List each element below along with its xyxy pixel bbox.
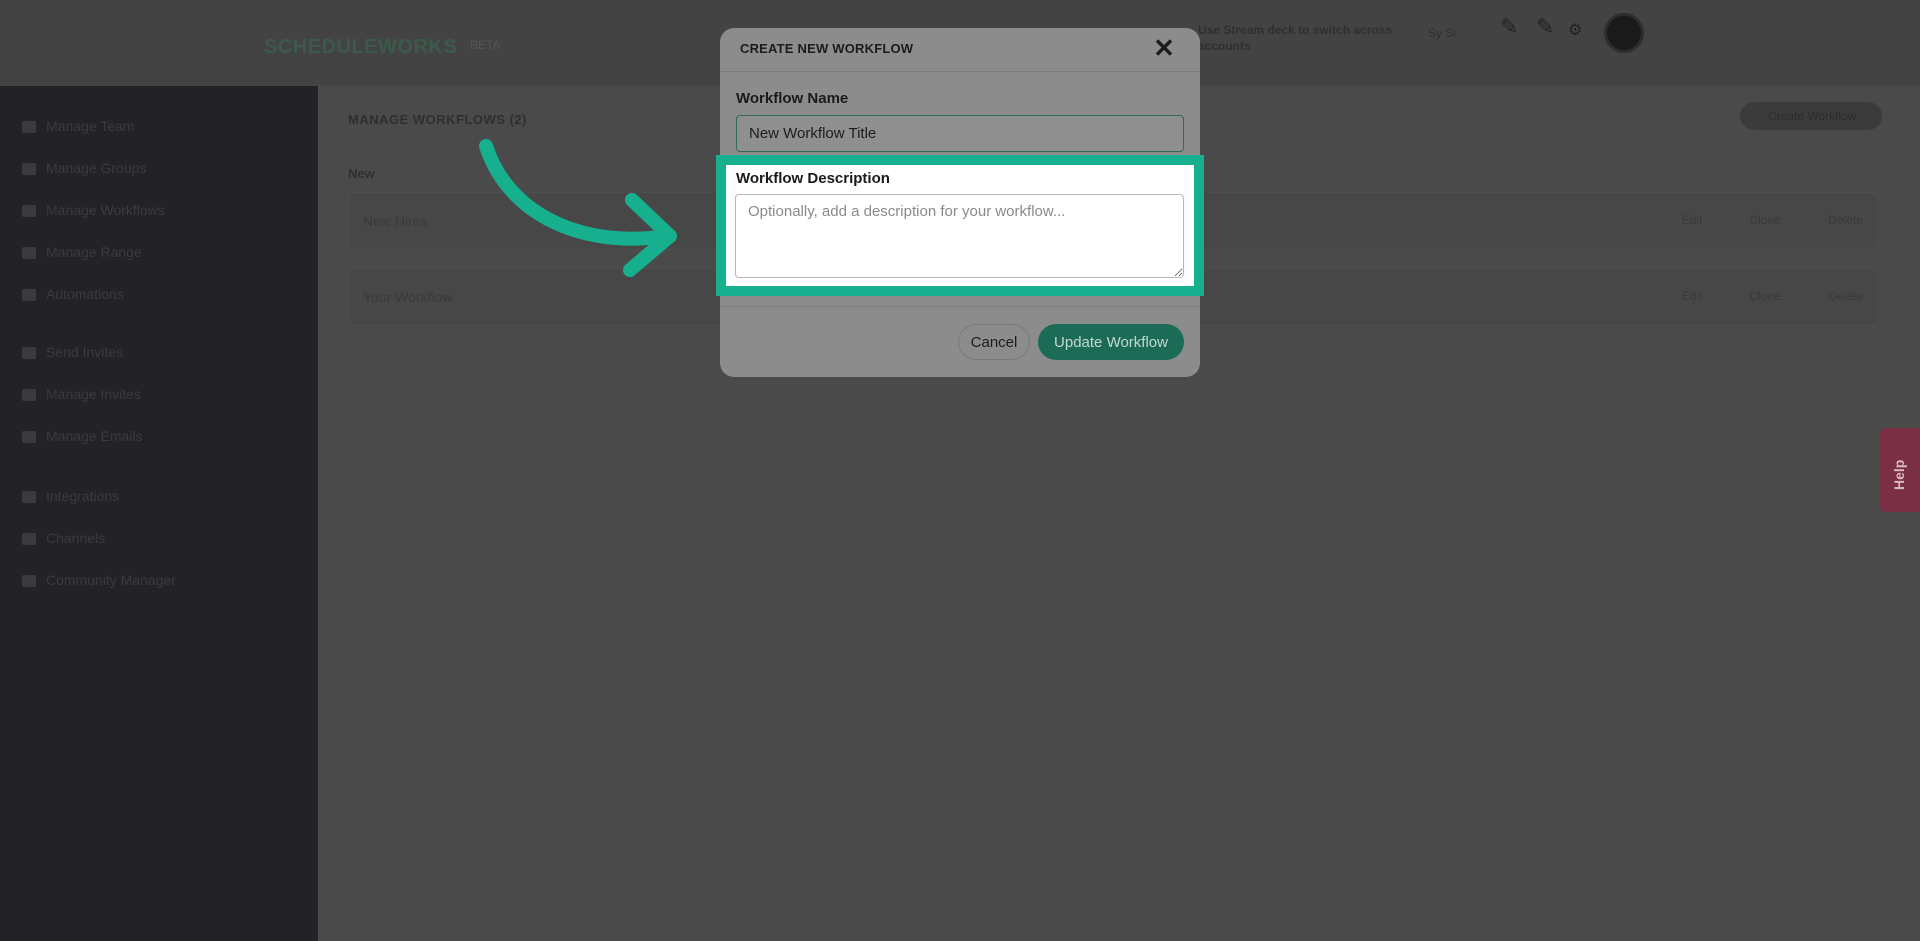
update-workflow-button[interactable]: Update Workflow bbox=[1038, 324, 1184, 360]
workflow-name: New Hires bbox=[363, 213, 428, 229]
workflow-description-textarea[interactable] bbox=[735, 194, 1184, 278]
avatar[interactable] bbox=[1604, 13, 1644, 53]
sidebar-item-label: Automations bbox=[46, 286, 124, 302]
phone-icon bbox=[22, 575, 36, 588]
settings-icon[interactable]: ⚙ bbox=[1568, 20, 1594, 46]
sidebar-item-integrations[interactable]: Integrations bbox=[22, 488, 119, 504]
modal-divider bbox=[720, 306, 1200, 307]
workflow-icon bbox=[22, 205, 36, 218]
sidebar-item-label: Manage Invites bbox=[46, 386, 141, 402]
sidebar-item-label: Community Manager bbox=[46, 572, 176, 588]
sidebar-item-send-invites[interactable]: Send Invites bbox=[22, 344, 123, 360]
workflow-actions[interactable]: Edit Clone Delete bbox=[1682, 289, 1863, 303]
sidebar-item-label: Manage Emails bbox=[46, 428, 143, 444]
page-title: MANAGE WORKFLOWS (2) bbox=[348, 112, 527, 127]
sidebar-item-manage-workflows[interactable]: Manage Workflows bbox=[22, 202, 165, 218]
group-icon bbox=[22, 163, 36, 176]
close-icon[interactable]: ✕ bbox=[1152, 35, 1176, 61]
sidebar-item-channels[interactable]: Channels bbox=[22, 530, 105, 546]
cancel-button[interactable]: Cancel bbox=[958, 324, 1030, 360]
annotation-arrow-icon bbox=[479, 139, 677, 277]
sidebar-item-label: Manage Range bbox=[46, 244, 142, 260]
create-workflow-button[interactable]: Create Workflow bbox=[1740, 102, 1882, 130]
workflow-actions[interactable]: Edit Clone Delete bbox=[1682, 213, 1863, 227]
sidebar-item-label: Manage Workflows bbox=[46, 202, 165, 218]
gear-icon bbox=[22, 289, 36, 302]
help-tab[interactable]: Help bbox=[1880, 428, 1920, 512]
sidebar-item-manage-range[interactable]: Manage Range bbox=[22, 244, 142, 260]
sidebar-item-automations[interactable]: Automations bbox=[22, 286, 124, 302]
modal-title: CREATE NEW WORKFLOW bbox=[740, 41, 914, 56]
mail-icon bbox=[22, 431, 36, 444]
help-label: Help bbox=[1891, 459, 1907, 490]
account-notice: Use Stream deck to switch across account… bbox=[1198, 23, 1393, 53]
sidebar-item-community-manager[interactable]: Community Manager bbox=[22, 572, 176, 588]
sidebar-item-label: Manage Groups bbox=[46, 160, 147, 176]
sidebar-item-label: Manage Team bbox=[46, 118, 135, 134]
plug-icon bbox=[22, 491, 36, 504]
section-label: New bbox=[348, 166, 375, 181]
sidebar-item-label: Channels bbox=[46, 530, 106, 546]
workflow-description-label: Workflow Description bbox=[736, 170, 890, 187]
sidebar-item-manage-groups[interactable]: Manage Groups bbox=[22, 160, 146, 176]
chart-icon bbox=[22, 389, 36, 402]
channel-icon bbox=[22, 533, 36, 546]
modal-header: CREATE NEW WORKFLOW ✕ bbox=[720, 28, 1200, 72]
sidebar-item-manage-team[interactable]: Manage Team bbox=[22, 118, 134, 134]
sidebar: Manage Team Manage Groups Manage Workflo… bbox=[0, 86, 318, 941]
app-logo[interactable]: SCHEDULEWORKS bbox=[264, 36, 457, 59]
sidebar-item-label: Integrations bbox=[46, 488, 120, 504]
sidebar-item-manage-invites[interactable]: Manage Invites bbox=[22, 386, 141, 402]
sidebar-item-label: Send Invites bbox=[46, 344, 124, 360]
range-icon bbox=[22, 247, 36, 260]
send-icon bbox=[22, 347, 36, 360]
pencil-icon[interactable]: ✎ bbox=[1500, 14, 1526, 40]
user-icon bbox=[22, 121, 36, 134]
workflow-name: Your Workflow bbox=[363, 289, 453, 305]
edit-icon[interactable]: ✎ bbox=[1536, 14, 1562, 40]
workflow-name-label: Workflow Name bbox=[736, 90, 849, 107]
user-menu[interactable]: Sy Sr bbox=[1428, 26, 1457, 56]
sidebar-item-manage-emails[interactable]: Manage Emails bbox=[22, 428, 143, 444]
workflow-name-input[interactable] bbox=[736, 115, 1184, 152]
logo-tag: BETA bbox=[470, 38, 501, 52]
